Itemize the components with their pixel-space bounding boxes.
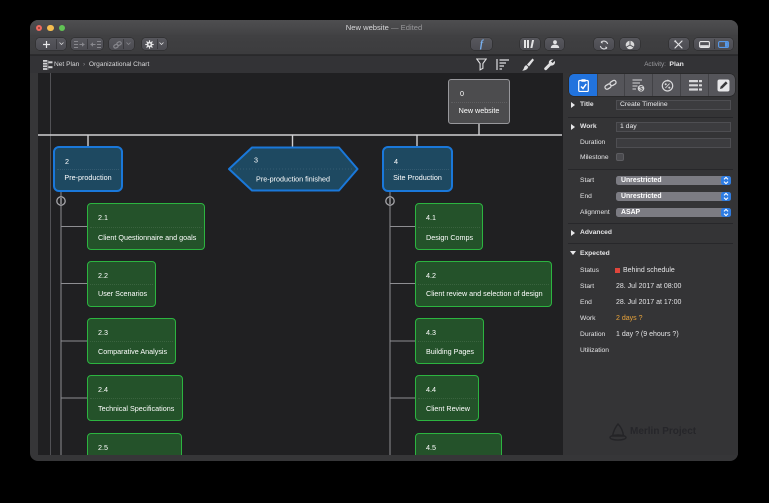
svg-text:3: 3	[254, 156, 258, 165]
svg-text:Pre-production finished: Pre-production finished	[256, 175, 330, 184]
